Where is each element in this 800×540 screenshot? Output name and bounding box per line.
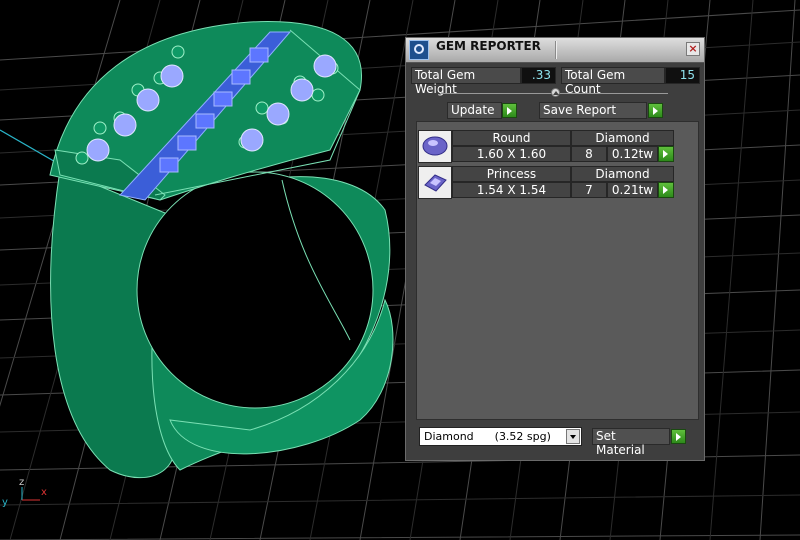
axis-label-x: x: [41, 487, 47, 498]
save-report-go-icon[interactable]: [648, 103, 663, 118]
update-button[interactable]: Update: [447, 102, 502, 119]
gem-reporter-app-icon: [409, 40, 429, 60]
total-gem-count-value: 15: [665, 67, 700, 84]
gem-count: 8: [571, 146, 607, 162]
total-gem-weight-value: .33: [521, 67, 556, 84]
princess-gem-icon: [418, 166, 452, 199]
set-material-button[interactable]: Set Material: [592, 428, 670, 457]
gem-row-princess[interactable]: Princess Diamond 1.54 X 1.54 7 0.21tw: [418, 166, 676, 199]
gem-shape: Round: [452, 130, 571, 146]
collapse-toggle-icon[interactable]: [551, 88, 560, 97]
gem-list: Round Diamond 1.60 X 1.60 8 0.12tw Princ…: [416, 121, 699, 420]
save-report-button[interactable]: Save Report: [539, 102, 647, 119]
gem-material: Diamond: [571, 130, 674, 146]
gem-shape: Princess: [452, 166, 571, 182]
gem-count: 7: [571, 182, 607, 198]
update-go-icon[interactable]: [502, 103, 517, 118]
axis-indicator: z x y: [2, 477, 47, 508]
round-gem-icon: [418, 130, 452, 163]
chevron-down-icon[interactable]: [566, 429, 580, 444]
gem-row-go-icon[interactable]: [658, 146, 674, 162]
gem-row-round[interactable]: Round Diamond 1.60 X 1.60 8 0.12tw: [418, 130, 676, 163]
gem-size: 1.54 X 1.54: [452, 182, 571, 198]
gem-weight: 0.21tw: [607, 182, 658, 198]
gem-material: Diamond: [571, 166, 674, 182]
material-selected-value: Diamond (3.52 spg): [424, 430, 551, 443]
gem-size: 1.60 X 1.60: [452, 146, 571, 162]
window-title: GEM REPORTER: [436, 39, 541, 53]
gem-row-go-icon[interactable]: [658, 182, 674, 198]
axis-label-y: y: [2, 497, 8, 508]
gem-reporter-window: GEM REPORTER × Total Gem Weight .33 Tota…: [405, 37, 705, 461]
set-material-go-icon[interactable]: [671, 429, 686, 444]
title-bar[interactable]: GEM REPORTER ×: [406, 38, 704, 63]
gem-weight: 0.12tw: [607, 146, 658, 162]
material-select[interactable]: Diamond (3.52 spg): [419, 427, 582, 446]
axis-label-z: z: [19, 477, 24, 488]
close-button[interactable]: ×: [686, 42, 700, 56]
title-separator: [555, 41, 557, 59]
total-gem-weight-label: Total Gem Weight: [411, 67, 521, 96]
total-gem-count-label: Total Gem Count: [561, 67, 665, 96]
ring-model[interactable]: [49, 21, 394, 479]
